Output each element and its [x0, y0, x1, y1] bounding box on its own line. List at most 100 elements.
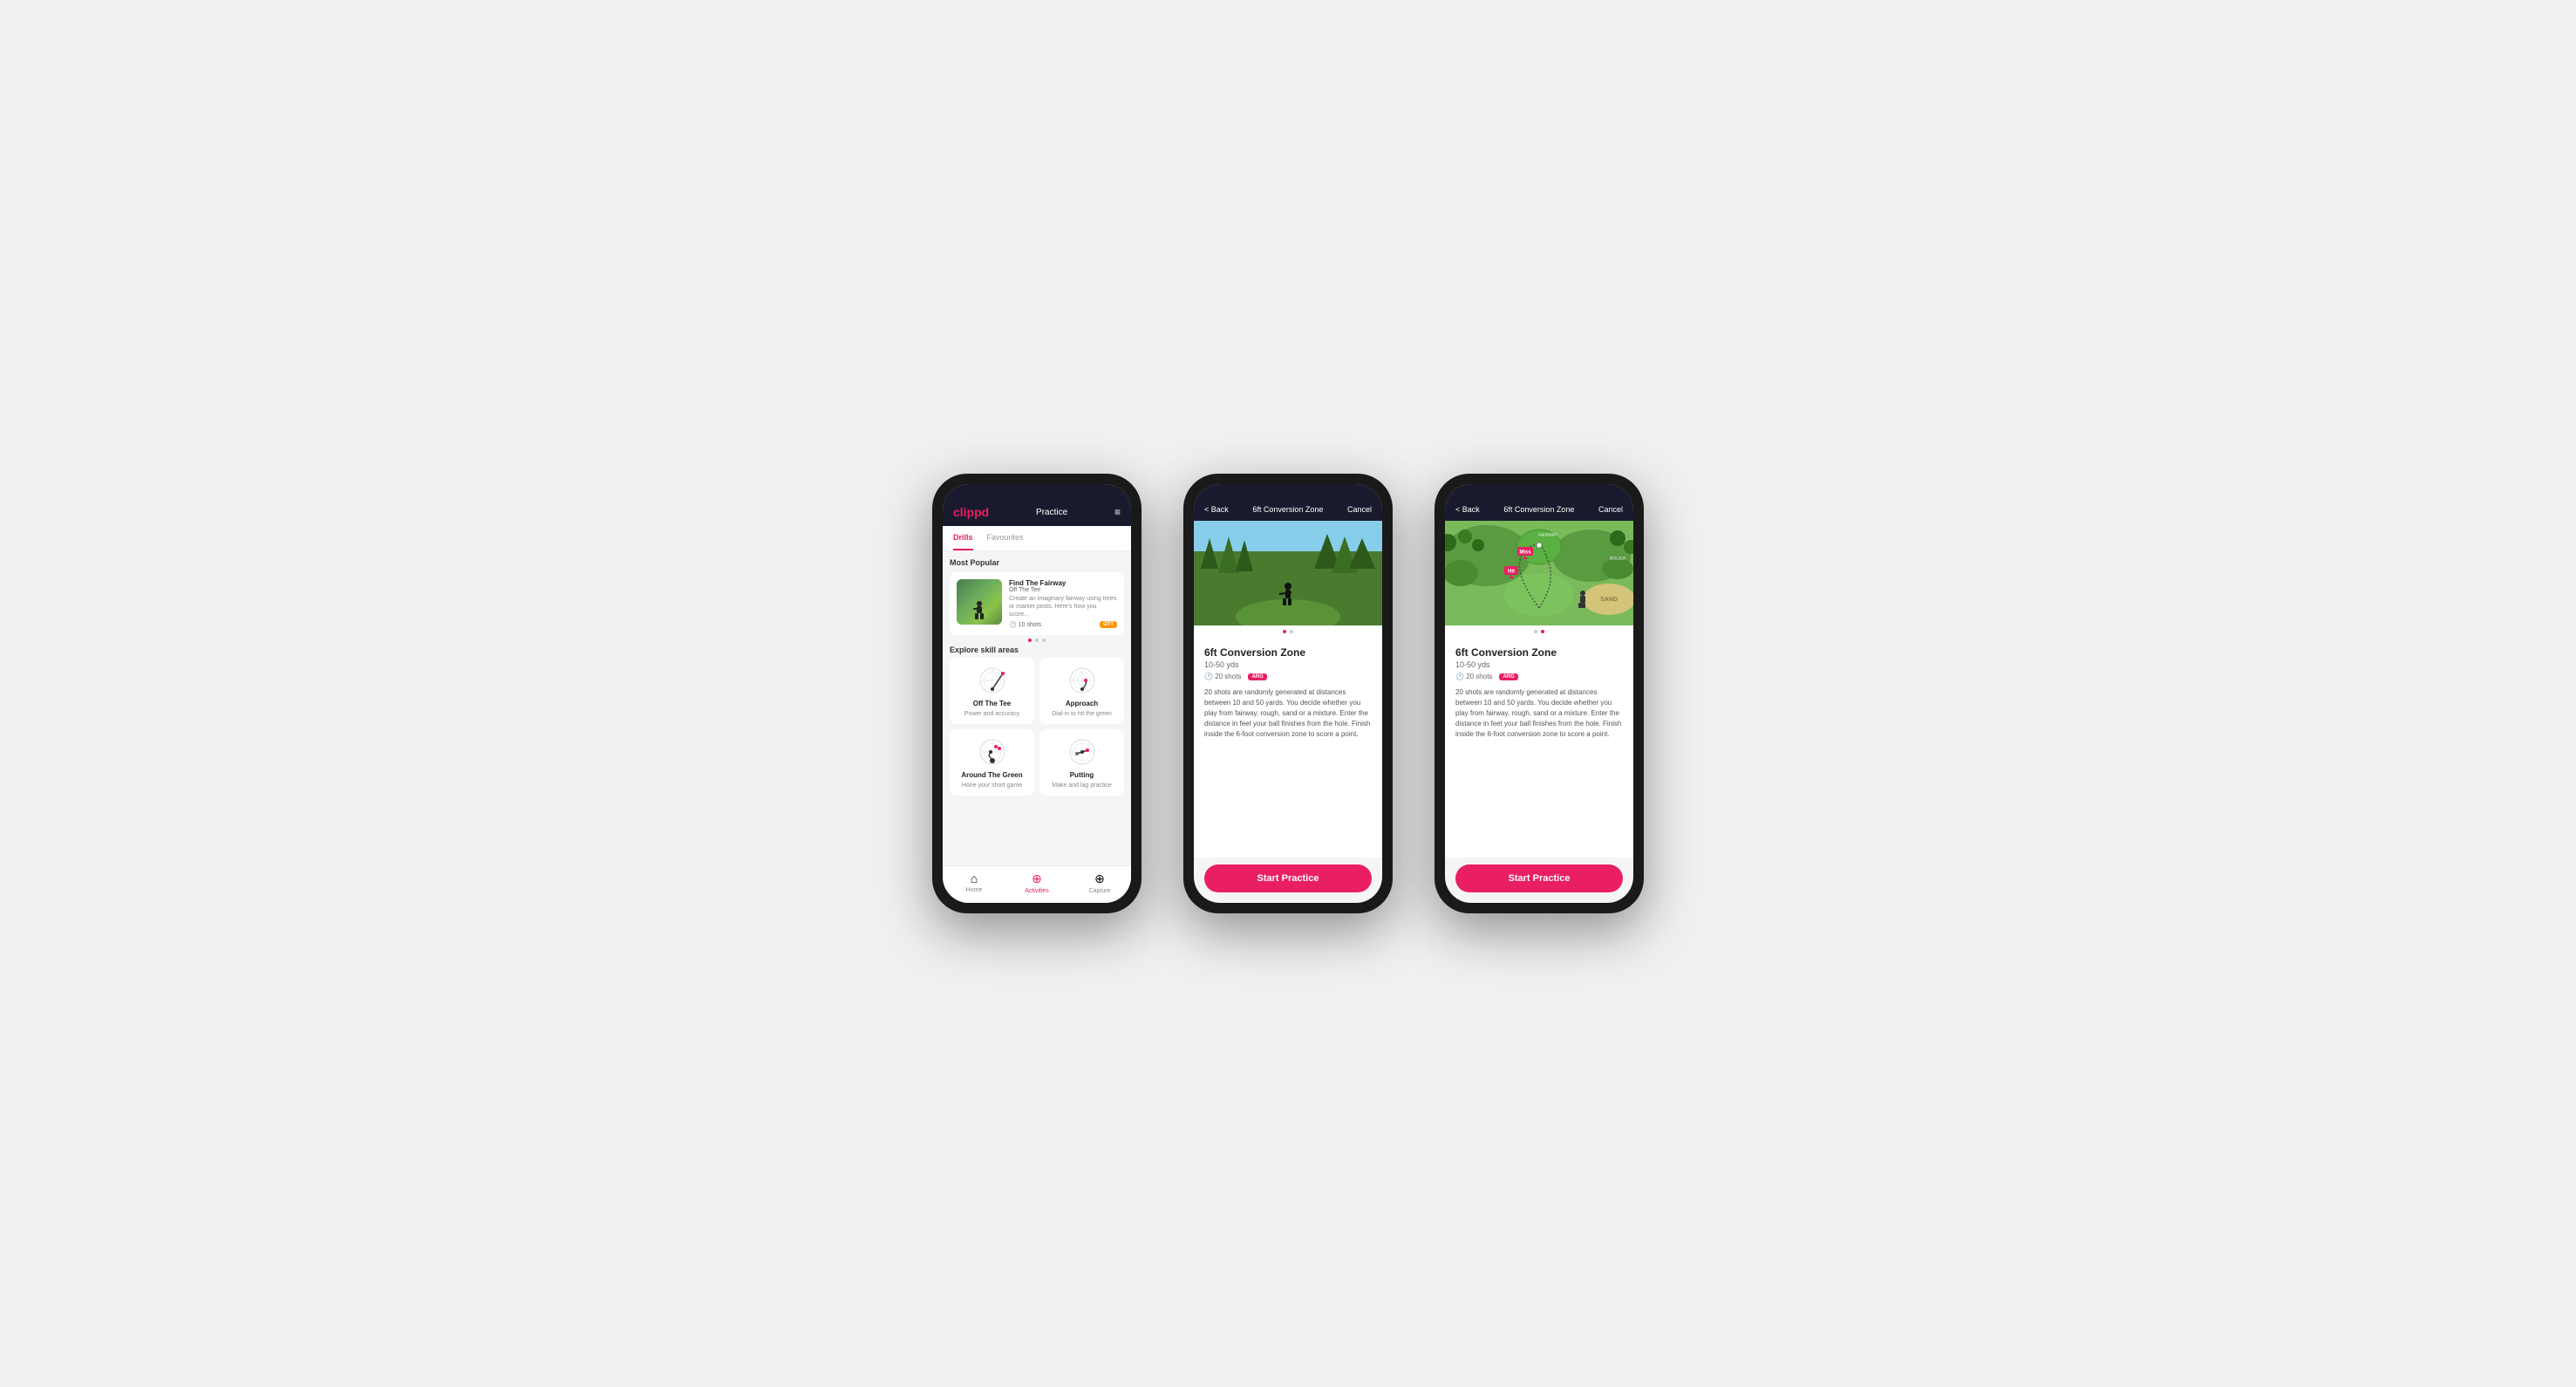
detail-meta-3: 🕐 20 shots ARG: [1455, 673, 1623, 680]
nav-home[interactable]: ⌂ Home: [943, 871, 1005, 894]
map-scene: Miss Hit SAND: [1445, 521, 1633, 625]
home-label: Home: [966, 887, 983, 893]
drill-detail-map-screen: < Back 6ft Conversion Zone Cancel: [1445, 484, 1633, 903]
arg-badge-3: ARG: [1499, 673, 1517, 680]
clock-icon: 🕐: [1009, 622, 1019, 628]
phone-notch: [1011, 474, 1063, 479]
skill-card-atg[interactable]: Around The Green Hone your short game: [950, 729, 1034, 796]
detail-meta-2: 🕐 20 shots ARG: [1204, 673, 1372, 680]
svg-text:FAIRWAY: FAIRWAY: [1538, 533, 1558, 538]
drill-meta: 🕐 10 shots OTT: [1009, 621, 1117, 628]
phone-notch-3: [1513, 474, 1565, 479]
detail-dot-3-1: [1534, 630, 1537, 633]
phone-notch-2: [1262, 474, 1314, 479]
detail-dot-3-2: [1541, 630, 1544, 633]
drill-detail-photo-screen: < Back 6ft Conversion Zone Cancel: [1194, 484, 1382, 903]
back-button-2[interactable]: < Back: [1204, 505, 1229, 514]
drill-description-detail-3: 20 shots are randomly generated at dista…: [1455, 687, 1623, 740]
putting-skill-desc: Make and lag practice: [1052, 782, 1111, 789]
atg-skill-desc: Hone your short game: [962, 782, 1022, 789]
tab-favourites[interactable]: Favourites: [987, 526, 1024, 550]
dot-3: [1042, 639, 1046, 642]
drill-range: 10-50 yds: [1204, 660, 1372, 669]
svg-text:SAND: SAND: [1600, 597, 1618, 603]
approach-skill-icon: [1061, 665, 1103, 696]
golfer-icon: [972, 600, 986, 621]
app-header: clippd Practice ≡: [943, 484, 1131, 526]
start-practice-button-2[interactable]: Start Practice: [1204, 864, 1372, 892]
app-logo: clippd: [953, 505, 989, 519]
nav-capture[interactable]: ⊕ Capture: [1068, 871, 1131, 894]
screen-2: < Back 6ft Conversion Zone Cancel: [1194, 484, 1382, 903]
cancel-button-2[interactable]: Cancel: [1347, 505, 1372, 514]
putting-icon-area: [1061, 736, 1103, 768]
ott-skill-name: Off The Tee: [973, 700, 1011, 707]
approach-icon-area: [1061, 665, 1103, 696]
start-practice-button-3[interactable]: Start Practice: [1455, 864, 1623, 892]
approach-skill-desc: Dial-in to hit the green: [1052, 711, 1111, 717]
detail-body-2: 6ft Conversion Zone 10-50 yds 🕐 20 shots…: [1194, 638, 1382, 857]
phone-2: < Back 6ft Conversion Zone Cancel: [1183, 474, 1393, 913]
drill-name-detail: 6ft Conversion Zone: [1204, 646, 1372, 659]
drill-photo: [1194, 521, 1382, 625]
skill-grid: Off The Tee Power and accuracy: [950, 658, 1124, 796]
skill-card-approach[interactable]: Approach Dial-in to hit the green: [1039, 658, 1124, 724]
svg-text:Hit: Hit: [1508, 570, 1515, 575]
drill-description: Create an imaginary fairway using trees …: [1009, 595, 1117, 618]
drill-shots: 🕐 10 shots: [1009, 621, 1041, 628]
phone-home-bar: [1011, 905, 1063, 908]
clock-icon-2: 🕐: [1204, 673, 1215, 680]
most-popular-title: Most Popular: [950, 558, 1124, 567]
screen-3: < Back 6ft Conversion Zone Cancel: [1445, 484, 1633, 903]
ott-icon-area: [971, 665, 1013, 696]
back-button-3[interactable]: < Back: [1455, 505, 1480, 514]
capture-label: Capture: [1089, 888, 1111, 894]
drill-name-detail-3: 6ft Conversion Zone: [1455, 646, 1623, 659]
activities-label: Activities: [1025, 888, 1049, 894]
detail-dots-2: [1194, 625, 1382, 638]
cancel-button-3[interactable]: Cancel: [1598, 505, 1623, 514]
drill-name: Find The Fairway: [1009, 579, 1117, 587]
skill-card-putting[interactable]: Putting Make and lag practice: [1039, 729, 1124, 796]
phone-3: < Back 6ft Conversion Zone Cancel: [1435, 474, 1644, 913]
ott-badge: OTT: [1100, 621, 1117, 628]
menu-icon[interactable]: ≡: [1114, 506, 1121, 518]
ott-skill-icon: [971, 665, 1013, 696]
detail-dots-3: [1445, 625, 1633, 638]
screen-1: clippd Practice ≡ Drills Favourites Most…: [943, 484, 1131, 903]
detail-dot-2: [1290, 630, 1293, 633]
capture-icon: ⊕: [1094, 871, 1105, 886]
activities-icon: ⊕: [1032, 871, 1042, 886]
atg-skill-name: Around The Green: [961, 771, 1022, 779]
skill-card-ott[interactable]: Off The Tee Power and accuracy: [950, 658, 1034, 724]
detail-shots: 🕐 20 shots: [1204, 673, 1241, 680]
atg-skill-icon: [971, 736, 1013, 768]
phone-1: clippd Practice ≡ Drills Favourites Most…: [932, 474, 1141, 913]
drill-description-detail: 20 shots are randomly generated at dista…: [1204, 687, 1372, 740]
nav-title: Practice: [1036, 508, 1067, 517]
golf-image: [957, 579, 1002, 625]
featured-drill-card[interactable]: Find The Fairway Off The Tee Create an i…: [950, 572, 1124, 635]
nav-activities[interactable]: ⊕ Activities: [1005, 871, 1068, 894]
scene: clippd Practice ≡ Drills Favourites Most…: [880, 421, 1696, 966]
tab-bar: Drills Favourites: [943, 526, 1131, 551]
home-icon: ⌂: [971, 871, 978, 885]
drill-subtitle: Off The Tee: [1009, 587, 1117, 593]
skill-areas-title: Explore skill areas: [950, 646, 1124, 654]
tab-drills[interactable]: Drills: [953, 526, 973, 550]
detail-shots-3: 🕐 20 shots: [1455, 673, 1492, 680]
detail-header-3: < Back 6ft Conversion Zone Cancel: [1445, 484, 1633, 521]
drill-info: Find The Fairway Off The Tee Create an i…: [1009, 579, 1117, 628]
bottom-nav: ⌂ Home ⊕ Activities ⊕ Capture: [943, 865, 1131, 903]
detail-title-3: 6ft Conversion Zone: [1503, 505, 1574, 514]
ott-skill-desc: Power and accuracy: [964, 711, 1019, 717]
detail-header-2: < Back 6ft Conversion Zone Cancel: [1194, 484, 1382, 521]
atg-icon-area: [971, 736, 1013, 768]
dot-1: [1028, 639, 1032, 642]
practice-content: Most Popular: [943, 551, 1131, 865]
detail-body-3: 6ft Conversion Zone 10-50 yds 🕐 20 shots…: [1445, 638, 1633, 857]
detail-title-2: 6ft Conversion Zone: [1252, 505, 1323, 514]
clock-icon-3: 🕐: [1455, 673, 1466, 680]
drill-map: Miss Hit SAND: [1445, 521, 1633, 625]
putting-skill-name: Putting: [1070, 771, 1094, 779]
